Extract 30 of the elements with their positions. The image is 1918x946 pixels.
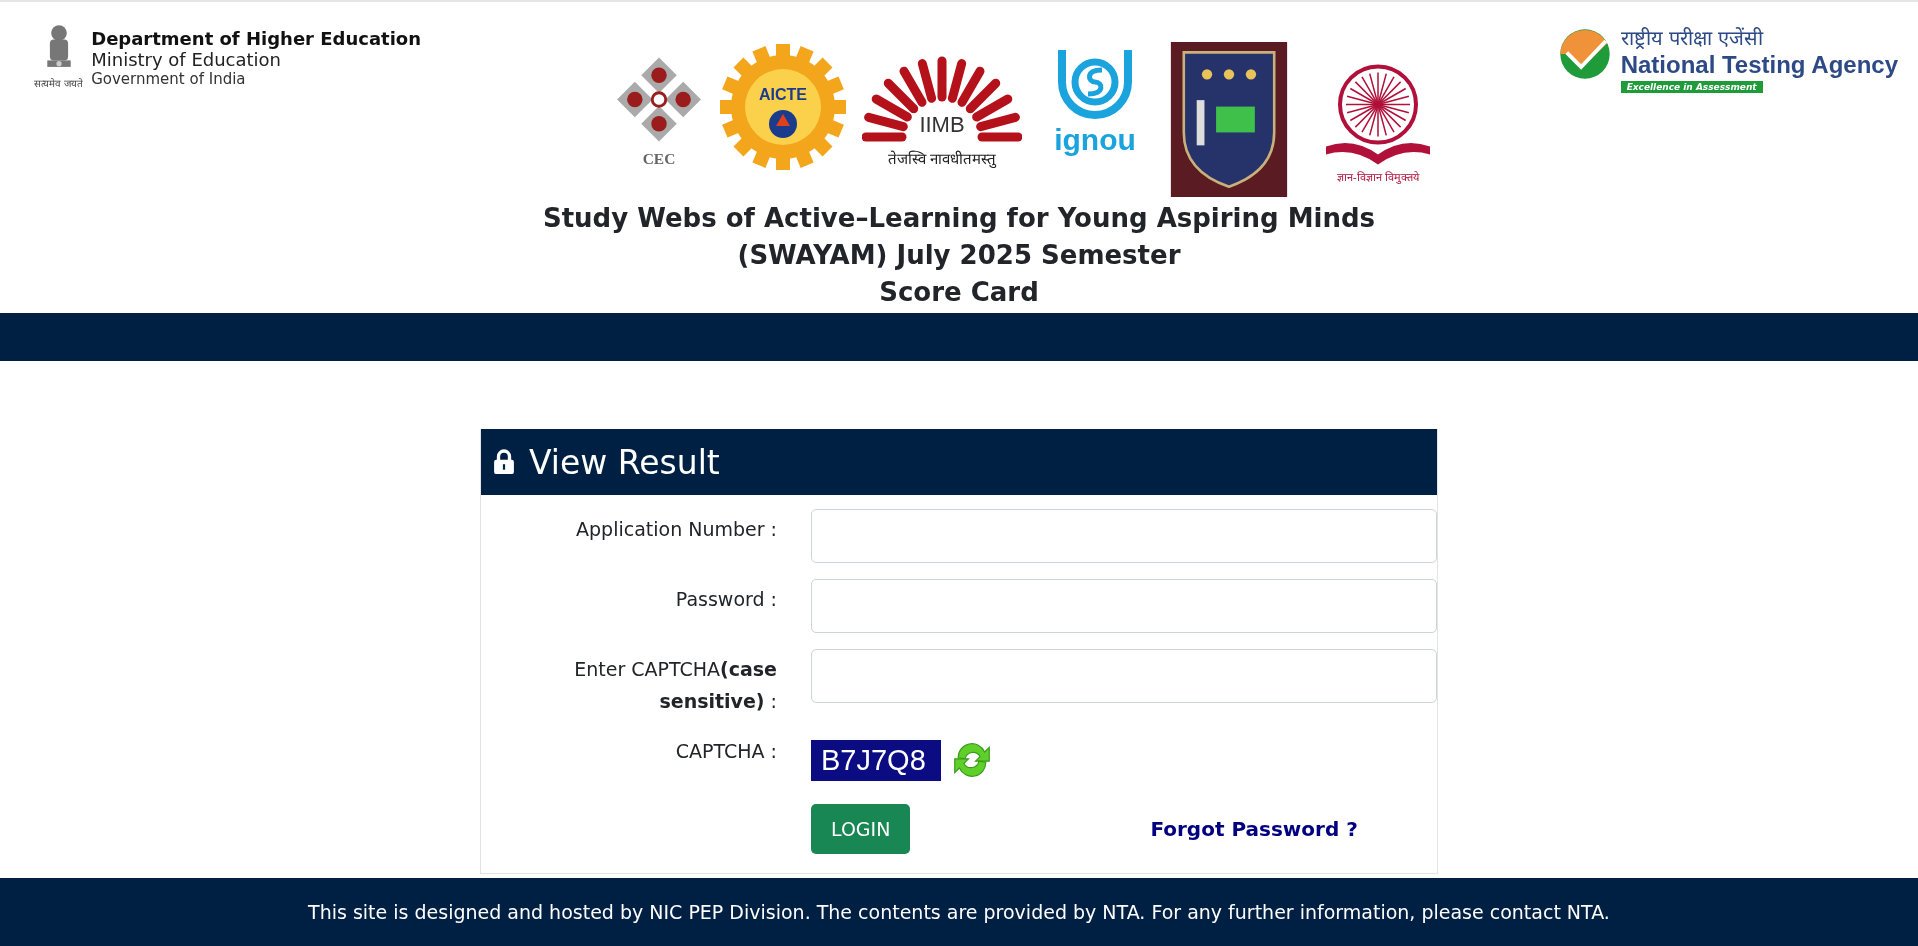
input-field[interactable] [811,579,1437,633]
page-title: (SWAYAM) July 2025 Semester [737,239,1181,272]
emblem-motto: सत्यमेव जयते [34,77,84,90]
ministry-name: Ministry of Education [91,49,283,70]
government-name: Government of India [91,70,247,88]
logo-caption: ignou [1054,123,1136,156]
logo-caption: CEC [642,150,676,168]
login-button[interactable]: LOGIN [811,804,911,854]
logo-caption: IIMB [919,112,965,137]
logo-motto: तेजस्वि नावधीतमस्तु [887,150,997,168]
agency-tagline: Excellence in Assessment [1620,81,1763,93]
agency-name: National Testing Agency [1620,51,1898,79]
page-title: Study Webs of Active–Learning for Young Aspiring Minds [542,202,1376,235]
footer-text: This site is designed and hosted by NIC PEP Division. The contents are provided by NTA. For any further information, please contact NTA. [308,901,1610,923]
captcha-image: B7J7Q8 [811,739,941,781]
agency-hindi-name: राष्ट्रीय परीक्षा एजेंसी [1620,25,1764,51]
field-label: Application Number : [575,517,777,542]
input-field[interactable] [811,649,1437,703]
page-title: Score Card [879,276,1039,309]
field-label: Enter CAPTCHA(case sensitive) : [573,657,777,714]
lock-icon [493,448,515,476]
logo-caption: AICTE [759,86,807,103]
field-label: Password : [674,587,777,612]
card-title: View Result [529,442,720,482]
check-circle-logo [1558,28,1611,80]
department-name: Department of Higher Education [91,28,421,49]
forgot-password-link[interactable]: Forgot Password ? [1150,817,1358,841]
captcha-label: CAPTCHA : [674,739,777,764]
logo-motto: ज्ञान-विज्ञान विमुक्तये [1336,170,1420,184]
input-field[interactable] [811,509,1437,563]
